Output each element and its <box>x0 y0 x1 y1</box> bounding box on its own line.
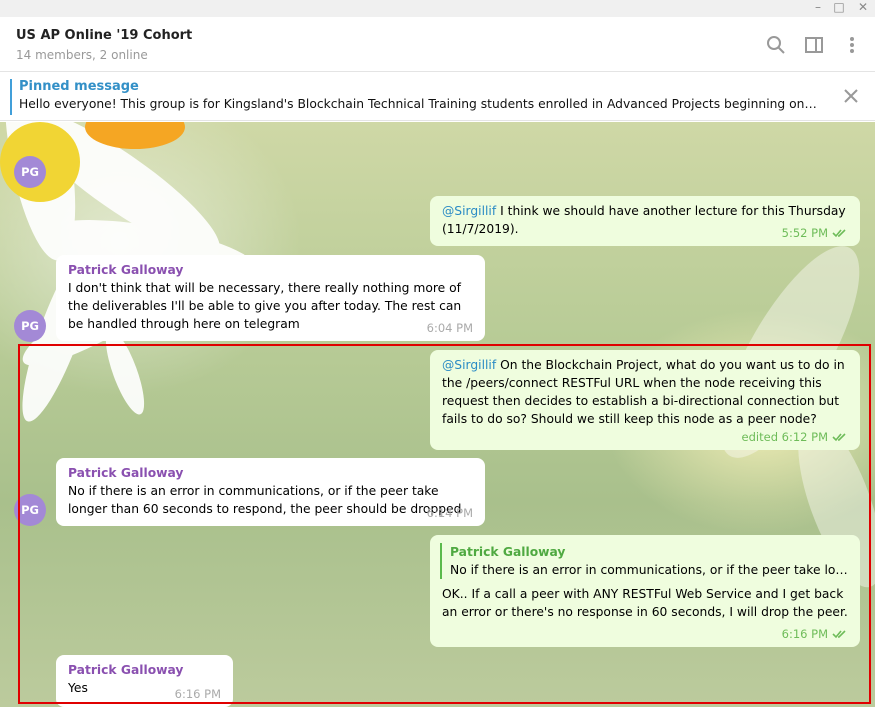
search-icon[interactable] <box>766 35 786 55</box>
reply-quote[interactable]: Patrick Galloway No if there is an error… <box>440 543 848 579</box>
chat-header[interactable]: US AP Online '19 Cohort 14 members, 2 on… <box>0 17 875 72</box>
double-check-icon <box>832 229 846 238</box>
double-check-icon <box>832 630 846 639</box>
close-icon[interactable] <box>841 86 861 106</box>
window-titlebar: – □ ✕ <box>0 0 875 17</box>
mention-link[interactable]: @Sirgillif <box>442 204 496 218</box>
mention-link[interactable]: @Sirgillif <box>442 358 496 372</box>
pinned-accent-bar <box>10 79 12 115</box>
message-text: @Sirgillif On the Blockchain Project, wh… <box>442 358 845 426</box>
avatar[interactable]: PG <box>14 156 46 188</box>
message-time: 5:52 PM <box>782 224 848 242</box>
reply-text: No if there is an error in communication… <box>450 563 848 577</box>
sender-name[interactable]: Patrick Galloway <box>68 464 473 482</box>
message-time: 6:16 PM <box>782 625 848 643</box>
pinned-text: Hello everyone! This group is for Kingsl… <box>19 97 819 111</box>
message-time: edited 6:12 PM <box>742 428 848 446</box>
message-text: OK.. If a call a peer with ANY RESTFul W… <box>442 587 848 619</box>
pinned-title: Pinned message <box>19 79 139 94</box>
message-text: I don't think that will be necessary, th… <box>68 281 462 331</box>
sender-name[interactable]: Patrick Galloway <box>68 661 221 679</box>
maximize-button[interactable]: □ <box>827 0 851 17</box>
message-time: 6:04 PM <box>426 321 473 335</box>
sidebar-toggle-icon[interactable] <box>804 35 824 55</box>
pinned-message[interactable]: Pinned message Hello everyone! This grou… <box>0 73 875 121</box>
sender-name[interactable]: Patrick Galloway <box>68 261 473 279</box>
chat-member-count: 14 members, 2 online <box>16 48 148 62</box>
message-bubble-incoming[interactable]: Patrick Galloway No if there is an error… <box>56 458 485 526</box>
message-bubble-outgoing[interactable]: @Sirgillif I think we should have anothe… <box>430 196 860 246</box>
message-bubble-incoming[interactable]: Patrick Galloway I don't think that will… <box>56 255 485 341</box>
message-time: 6:14 PM <box>426 506 473 520</box>
chat-title[interactable]: US AP Online '19 Cohort <box>16 28 192 43</box>
message-bubble-outgoing[interactable]: Patrick Galloway No if there is an error… <box>430 535 860 647</box>
double-check-icon <box>832 433 846 442</box>
message-text: No if there is an error in communication… <box>68 484 462 516</box>
more-vertical-icon[interactable] <box>842 35 862 55</box>
reply-sender-name: Patrick Galloway <box>450 545 566 559</box>
avatar[interactable]: PG <box>14 494 46 526</box>
avatar[interactable]: PG <box>14 310 46 342</box>
chat-history[interactable]: PG @Sirgillif I think we should have ano… <box>0 122 875 707</box>
message-bubble-incoming[interactable]: Patrick Galloway Yes 6:16 PM <box>56 655 233 707</box>
message-time: 6:16 PM <box>174 687 221 701</box>
close-window-button[interactable]: ✕ <box>851 0 875 17</box>
message-bubble-outgoing[interactable]: @Sirgillif On the Blockchain Project, wh… <box>430 350 860 450</box>
